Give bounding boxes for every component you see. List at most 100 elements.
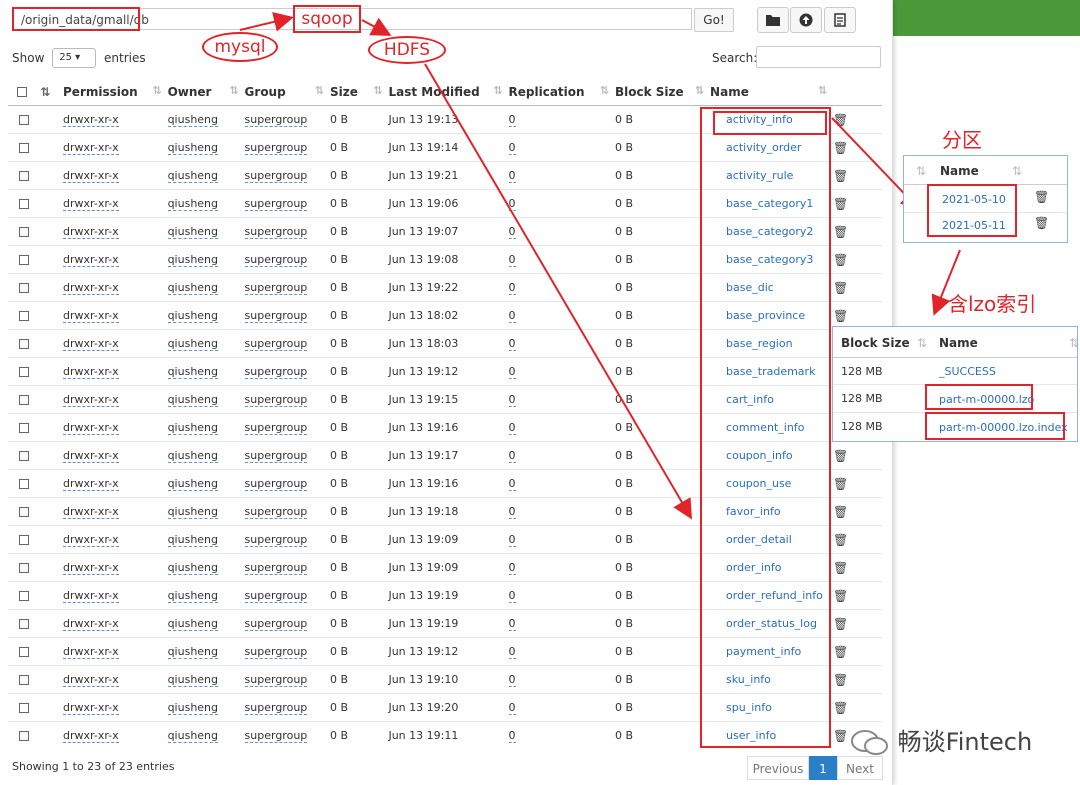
size-cell: 0 B — [329, 617, 349, 630]
folder-open-icon[interactable] — [757, 7, 789, 33]
row-checkbox[interactable] — [19, 311, 29, 321]
row-checkbox[interactable] — [19, 255, 29, 265]
group-cell: supergroup — [244, 253, 308, 267]
lzo-file-link[interactable]: _SUCCESS — [939, 365, 996, 378]
trash-icon[interactable]: 🗑 — [833, 729, 848, 743]
header-size[interactable]: Size ⇅ — [327, 78, 387, 106]
go-button[interactable]: Go! — [694, 8, 734, 32]
search-input[interactable] — [756, 46, 881, 68]
replication-cell[interactable]: 0 — [508, 393, 516, 407]
replication-cell[interactable]: 0 — [508, 365, 516, 379]
entries-select[interactable]: 25 ▾ — [52, 48, 97, 68]
replication-cell[interactable]: 0 — [508, 421, 516, 435]
replication-cell[interactable]: 0 — [508, 729, 516, 743]
lzo-block-size-header[interactable]: Block Size — [841, 336, 910, 350]
lzo-name-header[interactable]: Name — [939, 336, 978, 350]
trash-icon[interactable]: 🗑 — [833, 645, 848, 659]
row-checkbox[interactable] — [19, 199, 29, 209]
replication-cell[interactable]: 0 — [508, 225, 516, 239]
row-checkbox[interactable] — [19, 143, 29, 153]
replication-cell[interactable]: 0 — [508, 309, 516, 323]
trash-icon[interactable]: 🗑 — [833, 113, 848, 127]
trash-icon[interactable]: 🗑 — [833, 309, 848, 323]
trash-icon[interactable]: 🗑 — [1034, 216, 1049, 230]
group-cell: supergroup — [244, 449, 308, 463]
replication-cell[interactable]: 0 — [508, 477, 516, 491]
row-checkbox[interactable] — [19, 675, 29, 685]
row-checkbox[interactable] — [19, 171, 29, 181]
trash-icon[interactable]: 🗑 — [833, 169, 848, 183]
header-group[interactable]: Group ⇅ — [242, 78, 328, 106]
trash-icon[interactable]: 🗑 — [833, 673, 848, 687]
replication-cell[interactable]: 0 — [508, 589, 516, 603]
partition-name-header[interactable]: Name — [940, 164, 979, 178]
trash-icon[interactable]: 🗑 — [833, 197, 848, 211]
new-file-icon[interactable] — [824, 7, 856, 33]
row-checkbox[interactable] — [19, 227, 29, 237]
replication-cell[interactable]: 0 — [508, 253, 516, 267]
replication-cell[interactable]: 0 — [508, 701, 516, 715]
row-checkbox[interactable] — [19, 283, 29, 293]
row-checkbox[interactable] — [19, 479, 29, 489]
block-size-cell: 0 B — [615, 589, 634, 602]
replication-cell[interactable]: 0 — [508, 197, 516, 211]
row-checkbox[interactable] — [19, 647, 29, 657]
row-checkbox[interactable] — [19, 451, 29, 461]
replication-cell[interactable]: 0 — [508, 561, 516, 575]
trash-icon[interactable]: 🗑 — [833, 701, 848, 715]
header-last-modified[interactable]: Last Modified ⇅ — [386, 78, 507, 106]
row-checkbox[interactable] — [19, 395, 29, 405]
sort-icon: ⇅ — [916, 164, 927, 178]
upload-icon[interactable] — [790, 7, 822, 33]
replication-cell[interactable]: 0 — [508, 533, 516, 547]
replication-cell[interactable]: 0 — [508, 281, 516, 295]
trash-icon[interactable]: 🗑 — [833, 533, 848, 547]
trash-icon[interactable]: 🗑 — [833, 253, 848, 267]
trash-icon[interactable]: 🗑 — [833, 281, 848, 295]
replication-cell[interactable]: 0 — [508, 505, 516, 519]
group-cell: supergroup — [244, 589, 308, 603]
row-checkbox[interactable] — [19, 703, 29, 713]
trash-icon[interactable]: 🗑 — [833, 141, 848, 155]
header-name[interactable]: Name ⇅ — [708, 78, 832, 106]
trash-icon[interactable]: 🗑 — [833, 505, 848, 519]
row-checkbox[interactable] — [19, 563, 29, 573]
next-button[interactable]: Next — [837, 756, 883, 780]
header-permission[interactable]: Permission ⇅ — [61, 78, 166, 106]
trash-icon[interactable]: 🗑 — [833, 225, 848, 239]
modified-cell: Jun 13 18:02 — [388, 309, 459, 322]
row-checkbox[interactable] — [19, 535, 29, 545]
modified-cell: Jun 13 19:06 — [388, 197, 459, 210]
row-checkbox[interactable] — [19, 619, 29, 629]
select-all-header[interactable] — [8, 78, 35, 106]
trash-icon[interactable]: 🗑 — [833, 477, 848, 491]
replication-cell[interactable]: 0 — [508, 449, 516, 463]
replication-cell[interactable]: 0 — [508, 113, 516, 127]
row-checkbox[interactable] — [19, 591, 29, 601]
replication-cell[interactable]: 0 — [508, 645, 516, 659]
page-1-button[interactable]: 1 — [809, 756, 837, 780]
select-all-checkbox[interactable] — [17, 87, 27, 97]
previous-button[interactable]: Previous — [747, 756, 809, 780]
row-checkbox[interactable] — [19, 367, 29, 377]
lzo-index-highlight-box — [925, 412, 1065, 440]
row-checkbox[interactable] — [19, 731, 29, 741]
replication-cell[interactable]: 0 — [508, 169, 516, 183]
header-owner[interactable]: Owner ⇅ — [165, 78, 243, 106]
replication-cell[interactable]: 0 — [508, 337, 516, 351]
trash-icon[interactable]: 🗑 — [833, 589, 848, 603]
trash-icon[interactable]: 🗑 — [833, 561, 848, 575]
replication-cell[interactable]: 0 — [508, 673, 516, 687]
header-replication[interactable]: Replication ⇅ — [506, 78, 613, 106]
row-checkbox[interactable] — [19, 339, 29, 349]
header-block-size[interactable]: Block Size ⇅ — [613, 78, 709, 106]
sort-header-icon[interactable]: ⇅ — [34, 78, 62, 106]
trash-icon[interactable]: 🗑 — [833, 449, 848, 463]
trash-icon[interactable]: 🗑 — [833, 617, 848, 631]
replication-cell[interactable]: 0 — [508, 617, 516, 631]
row-checkbox[interactable] — [19, 507, 29, 517]
replication-cell[interactable]: 0 — [508, 141, 516, 155]
row-checkbox[interactable] — [19, 423, 29, 433]
row-checkbox[interactable] — [19, 115, 29, 125]
trash-icon[interactable]: 🗑 — [1034, 190, 1049, 204]
